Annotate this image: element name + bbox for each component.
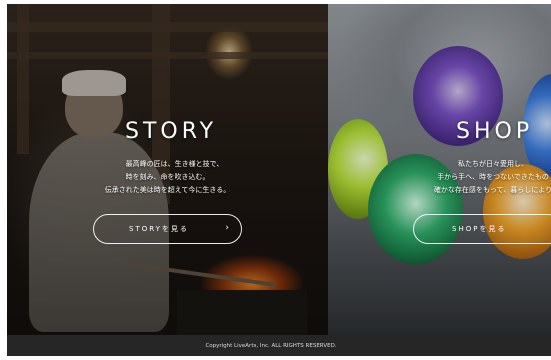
chevron-right-icon: › (225, 223, 229, 233)
story-title: STORY (125, 119, 218, 144)
story-description: 最高峰の匠は、生き様と技で、 時を刻み、命を吹き込む。 伝承された美は時を超えて… (7, 158, 328, 197)
shop-description-line: 確かな存在感をもって、暮らしにより (433, 186, 551, 194)
shop-description-line: 私たちが日々愛用し、 (458, 160, 528, 168)
shop-title: SHOP (456, 119, 534, 144)
shop-description-line: 手から手へ、時をつないできたもの (437, 173, 549, 181)
shop-button-label: SHOPを見る (452, 225, 507, 233)
story-view-button[interactable]: STORYを見る › (93, 214, 242, 244)
shop-panel[interactable]: SHOP 私たちが日々愛用し、 手から手へ、時をつないできたもの 確かな存在感を… (328, 4, 551, 335)
site-footer: Copyright LiveArts, Inc. ALL RIGHTS RESE… (7, 335, 551, 356)
story-panel[interactable]: STORY 最高峰の匠は、生き様と技で、 時を刻み、命を吹き込む。 伝承された美… (7, 4, 328, 335)
page-frame: STORY 最高峰の匠は、生き様と技で、 時を刻み、命を吹き込む。 伝承された美… (7, 4, 551, 356)
story-button-label: STORYを見る (129, 225, 189, 233)
story-description-line: 伝承された美は時を超えて今に生きる。 (104, 186, 231, 194)
story-description-line: 最高峰の匠は、生き様と技で、 (125, 160, 224, 168)
shop-view-button[interactable]: SHOPを見る (413, 214, 551, 244)
story-description-line: 時を刻み、命を吹き込む。 (125, 173, 210, 181)
copyright-text: Copyright LiveArts, Inc. ALL RIGHTS RESE… (205, 342, 337, 349)
shop-description: 私たちが日々愛用し、 手から手へ、時をつないできたもの 確かな存在感をもって、暮… (418, 158, 551, 197)
